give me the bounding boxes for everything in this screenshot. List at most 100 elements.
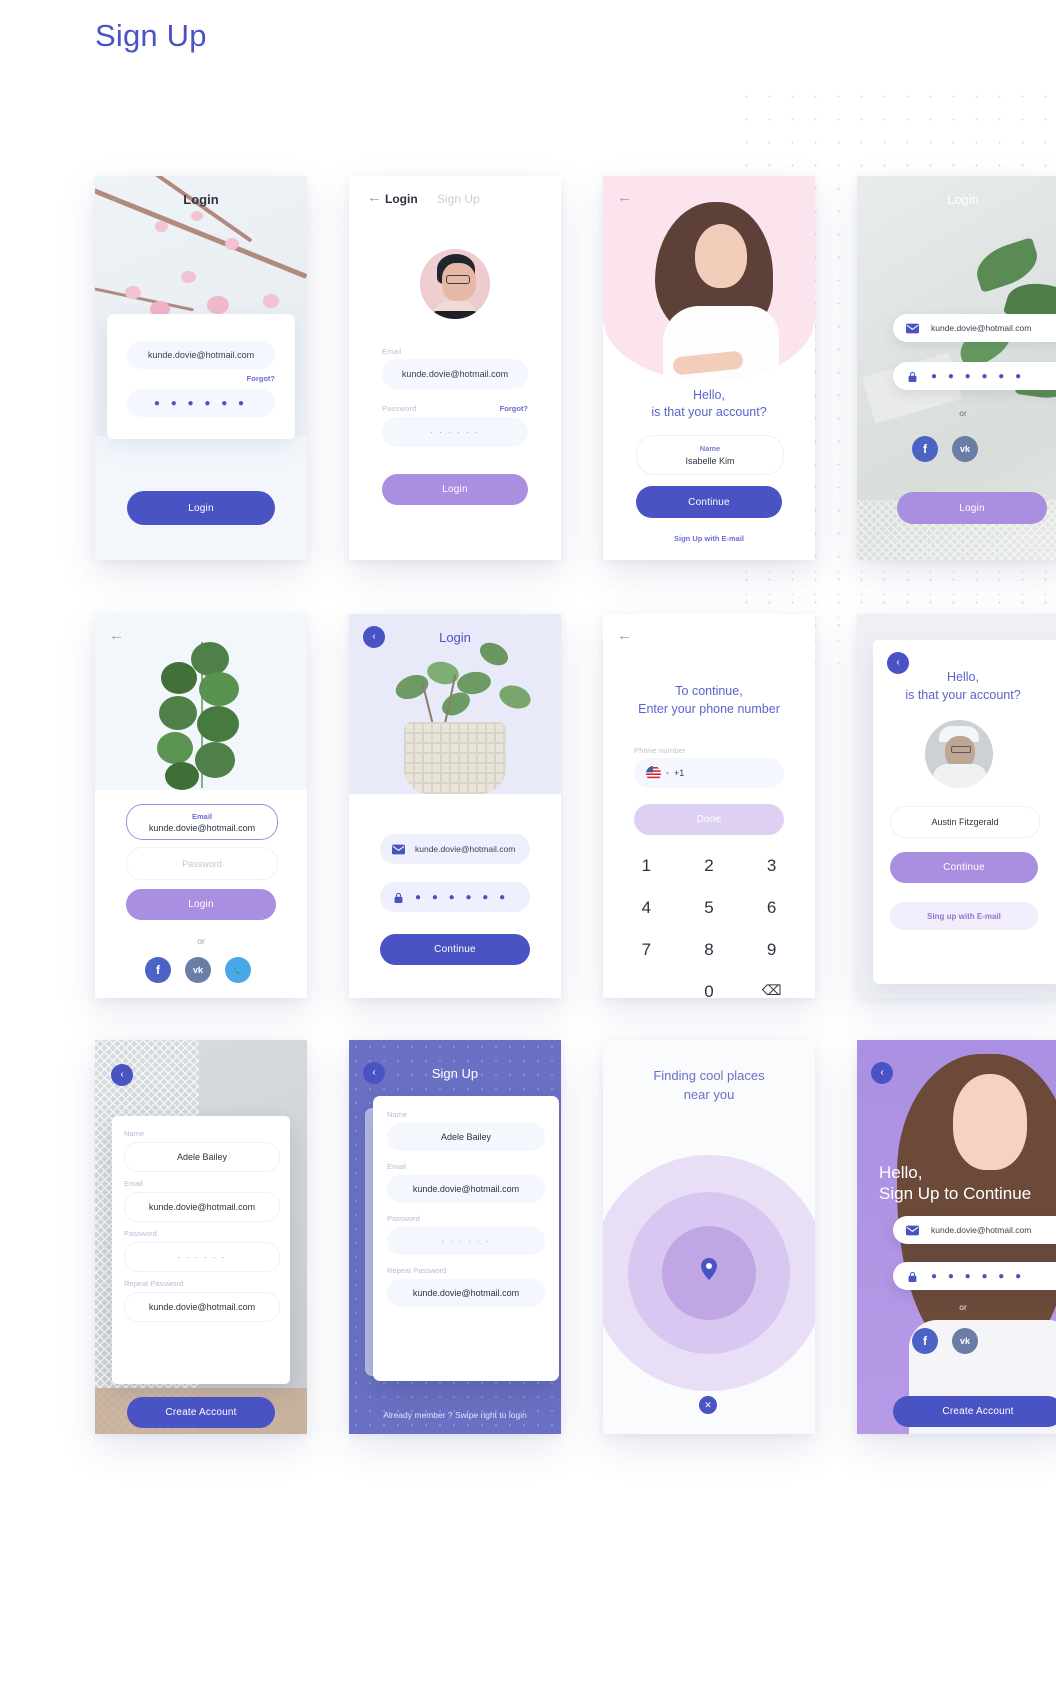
nav-title: Login <box>439 630 471 645</box>
screen-login-potted-plant[interactable]: ‹ Login kunde.dovie@hotmail.com ● ● ● ● … <box>349 614 561 998</box>
email-input[interactable]: kunde.dovie@hotmail.com <box>893 1216 1056 1244</box>
password-input[interactable]: Password <box>126 847 278 880</box>
keypad-key-9[interactable]: 9 <box>740 940 803 960</box>
headline-line-1: Hello, <box>947 670 979 684</box>
create-account-button[interactable]: Create Account <box>127 1397 275 1428</box>
email-input[interactable]: kunde.dovie@hotmail.com <box>387 1175 545 1203</box>
email-input[interactable]: kunde.dovie@hotmail.com <box>124 1192 280 1222</box>
twitter-icon[interactable]: 🐦 <box>225 957 251 983</box>
facebook-icon[interactable]: f <box>912 1328 938 1354</box>
screen-login-blossom[interactable]: ← Login kunde.dovie@hotmail.com Forgot? … <box>95 176 307 560</box>
password-input[interactable]: · · · · · · <box>387 1227 545 1255</box>
close-icon[interactable]: ✕ <box>699 1396 717 1414</box>
back-arrow-icon[interactable]: ← <box>617 628 632 643</box>
swipe-hint-text: Already member ? Swipe right to login <box>383 1410 527 1420</box>
screen-account-confirm-man[interactable]: ‹ Hello, is that your account? Austin Fi… <box>857 614 1056 998</box>
login-button[interactable]: Login <box>126 889 276 920</box>
keypad-key-0[interactable]: 0 <box>678 982 741 998</box>
signup-with-email-button[interactable]: Sing up with E-mail <box>890 902 1038 930</box>
back-arrow-icon[interactable]: ← <box>617 190 632 205</box>
repeat-password-label: Repeat Password <box>387 1266 447 1275</box>
tab-login[interactable]: Login <box>385 192 418 206</box>
create-account-button[interactable]: Create Account <box>893 1396 1056 1427</box>
password-input[interactable]: · · · · · · <box>124 1242 280 1272</box>
login-card: kunde.dovie@hotmail.com Forgot? ● ● ● ● … <box>107 314 295 439</box>
keypad-key-3[interactable]: 3 <box>740 856 803 876</box>
numeric-keypad[interactable]: 1 2 3 4 5 6 7 8 9 0 ⌫ <box>615 856 803 998</box>
back-arrow-icon[interactable]: ← <box>109 628 124 643</box>
screen-phone-entry[interactable]: ← To continue, Enter your phone number P… <box>603 614 815 998</box>
nav-bar: ‹ <box>857 1040 1056 1086</box>
name-input[interactable]: Adele Bailey <box>387 1123 545 1151</box>
name-input[interactable]: Name Isabelle Kim <box>636 435 784 475</box>
name-input[interactable]: Adele Bailey <box>124 1142 280 1172</box>
password-dots: ● ● ● ● ● ● <box>415 891 510 903</box>
keypad-key-1[interactable]: 1 <box>615 856 678 876</box>
password-input[interactable]: · · · · · · <box>382 417 528 447</box>
name-label: Name <box>699 444 721 453</box>
headline-line-1: To continue, <box>675 684 743 698</box>
done-button[interactable]: Done <box>634 804 784 835</box>
password-input[interactable]: ● ● ● ● ● ● <box>893 362 1056 390</box>
screen-login-tabs[interactable]: ← Login Sign Up Email kunde.dovie@hotmai… <box>349 176 561 560</box>
phone-input[interactable]: ▾ +1 <box>634 758 784 788</box>
keypad-key-8[interactable]: 8 <box>678 940 741 960</box>
login-button[interactable]: Login <box>127 491 275 525</box>
email-label: Email <box>191 811 212 821</box>
keypad-key-6[interactable]: 6 <box>740 898 803 918</box>
keypad-key-2[interactable]: 2 <box>678 856 741 876</box>
headline-line-2: is that your account? <box>651 405 767 419</box>
vk-icon[interactable]: vk <box>952 436 978 462</box>
password-dots: ● ● ● ● ● ● <box>931 1270 1026 1282</box>
email-input[interactable]: kunde.dovie@hotmail.com <box>380 834 530 864</box>
keypad-key-5[interactable]: 5 <box>678 898 741 918</box>
back-chevron-icon[interactable]: ‹ <box>111 1064 133 1086</box>
email-input[interactable]: kunde.dovie@hotmail.com <box>893 314 1056 342</box>
nav-bar: ‹ <box>95 1040 307 1086</box>
password-input[interactable]: ● ● ● ● ● ● <box>380 882 530 912</box>
facebook-icon[interactable]: f <box>145 957 171 983</box>
chevron-down-icon[interactable]: ▾ <box>666 770 669 777</box>
social-login-row: f vk <box>912 436 978 462</box>
repeat-password-input[interactable]: kunde.dovie@hotmail.com <box>387 1279 545 1307</box>
tab-signup[interactable]: Sign Up <box>437 192 480 206</box>
screen-signup-form-light[interactable]: ‹ Name Adele Bailey Email kunde.dovie@ho… <box>95 1040 307 1434</box>
continue-button[interactable]: Continue <box>890 852 1038 883</box>
page-title: Sign Up <box>95 18 207 53</box>
signup-with-email-link[interactable]: Sign Up with E-mail <box>603 534 815 543</box>
continue-button[interactable]: Continue <box>380 934 530 965</box>
screen-signup-purple[interactable]: ‹ Sign Up Name Adele Bailey Email kunde.… <box>349 1040 561 1434</box>
repeat-password-input[interactable]: kunde.dovie@hotmail.com <box>124 1292 280 1322</box>
continue-button[interactable]: Continue <box>636 486 782 518</box>
login-button[interactable]: Login <box>382 474 528 505</box>
phone-label: Phone number <box>634 746 686 755</box>
screen-finding-places[interactable]: Finding cool places near you ✕ <box>603 1040 815 1434</box>
forgot-password-link[interactable]: Forgot? <box>500 404 528 413</box>
email-input[interactable]: kunde.dovie@hotmail.com <box>127 341 275 369</box>
social-login-row: f vk <box>912 1328 978 1354</box>
back-arrow-icon[interactable]: ← <box>367 190 382 205</box>
keypad-key-7[interactable]: 7 <box>615 940 678 960</box>
name-input[interactable]: Austin Fitzgerald <box>890 806 1040 838</box>
screen-login-leaf[interactable]: ← Login kunde.dovie@hotmail.com ● ● ● ● … <box>857 176 1056 560</box>
headline: Hello, Sign Up to Continue <box>879 1162 1031 1205</box>
email-input[interactable]: kunde.dovie@hotmail.com <box>382 359 528 389</box>
back-chevron-icon[interactable]: ‹ <box>871 1062 893 1084</box>
vk-icon[interactable]: vk <box>185 957 211 983</box>
password-input[interactable]: ● ● ● ● ● ● <box>127 389 275 417</box>
headline-line-1: Finding cool places <box>653 1068 765 1083</box>
backspace-icon[interactable]: ⌫ <box>740 982 803 998</box>
login-button[interactable]: Login <box>897 492 1047 524</box>
nav-bar: ← <box>603 176 815 222</box>
headline-line-1: Hello, <box>879 1163 923 1182</box>
facebook-icon[interactable]: f <box>912 436 938 462</box>
screen-signup-hero[interactable]: ‹ Hello, Sign Up to Continue kunde.dovie… <box>857 1040 1056 1434</box>
lock-icon <box>908 1271 917 1282</box>
forgot-password-link[interactable]: Forgot? <box>247 374 275 383</box>
vk-icon[interactable]: vk <box>952 1328 978 1354</box>
email-input[interactable]: Email kunde.dovie@hotmail.com <box>126 804 278 840</box>
screen-account-confirm-pink[interactable]: ← Hello, is that your account? Name Isab… <box>603 176 815 560</box>
screen-login-plant[interactable]: ← Email kunde.dovie@hotmail.com Password… <box>95 614 307 998</box>
keypad-key-4[interactable]: 4 <box>615 898 678 918</box>
password-input[interactable]: ● ● ● ● ● ● <box>893 1262 1056 1290</box>
